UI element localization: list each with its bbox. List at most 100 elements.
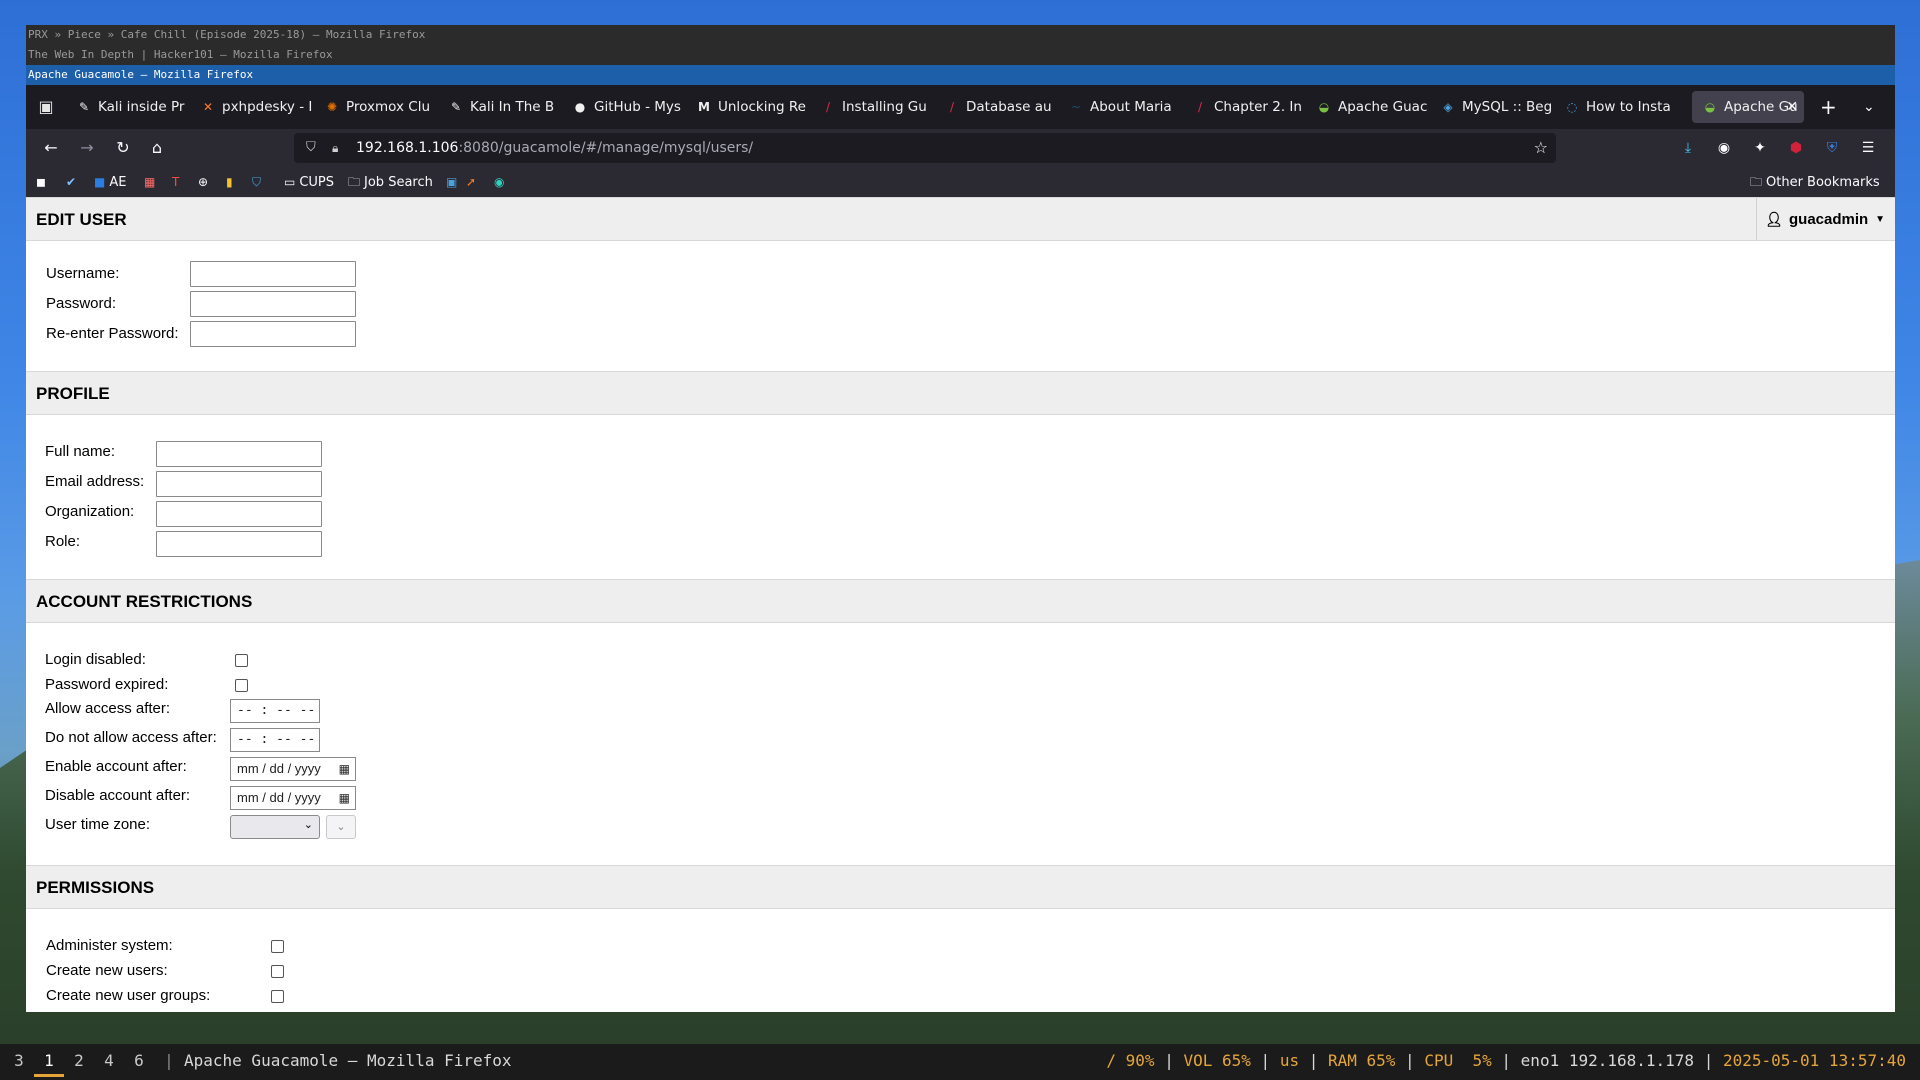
medium-icon: M <box>698 100 710 114</box>
reenter-password-input[interactable] <box>190 321 356 347</box>
calendar-icon[interactable]: ▦ <box>339 787 350 809</box>
not-allow-access-after-label: Do not allow access after: <box>45 729 217 746</box>
password-label: Password: <box>46 295 117 312</box>
administer-system-label: Administer system: <box>46 937 173 954</box>
bookmark-job-search[interactable]: 🗀︎ Job Search <box>348 167 433 198</box>
volume-indicator[interactable]: VOL 65% <box>1183 1051 1250 1070</box>
tab-database[interactable]: / Database au <box>934 91 1056 123</box>
shield-bookmark-icon[interactable]: ⛉ <box>252 167 265 198</box>
shield-icon[interactable]: ⛉ <box>306 133 316 163</box>
bookmark-calendar-icon[interactable]: ▦ <box>144 167 159 198</box>
bookmark-t-icon[interactable]: T <box>172 167 183 198</box>
bitwarden-icon[interactable]: ⛨ <box>1820 136 1844 160</box>
tab-apache-guacamole-active[interactable]: ◒ Apache Gu ✕ <box>1692 91 1804 123</box>
url-text[interactable]: 192.168.1.106:8080/guacamole/#/manage/my… <box>356 133 753 163</box>
back-icon[interactable]: ← <box>38 136 64 160</box>
enable-account-after-label: Enable account after: <box>45 758 187 775</box>
forward-icon[interactable]: → <box>74 136 100 160</box>
window-title-guacamole[interactable]: Apache Guacamole — Mozilla Firefox <box>26 65 1895 85</box>
login-disabled-label: Login disabled: <box>45 651 146 668</box>
profile-header: PROFILE <box>26 371 1895 415</box>
user-menu[interactable]: 👤︎ guacadmin ▼ <box>1756 198 1895 241</box>
tab-kali-in-the-b[interactable]: ✎ Kali In The B <box>438 91 560 123</box>
email-input[interactable] <box>156 471 322 497</box>
tab-how-to-install[interactable]: ◌ How to Insta <box>1554 91 1676 123</box>
tab-chapter2[interactable]: / Chapter 2. In <box>1182 91 1304 123</box>
create-users-label: Create new users: <box>46 962 168 979</box>
allow-access-after-time[interactable]: -- : -- -- <box>230 699 320 723</box>
timezone-city-select[interactable]: ⌄ <box>326 815 356 839</box>
bookmark-check-icon[interactable]: ✔ <box>66 167 80 198</box>
not-allow-access-after-time[interactable]: -- : -- -- <box>230 728 320 752</box>
separator: | <box>164 1051 174 1070</box>
extensions-icon[interactable]: ✦ <box>1748 136 1772 160</box>
workspace-6[interactable]: 6 <box>124 1046 154 1076</box>
keyboard-layout-indicator: us <box>1279 1051 1300 1070</box>
other-bookmarks[interactable]: 🗀︎ Other Bookmarks <box>1750 167 1880 198</box>
tab-about-maria[interactable]: ~ About Maria <box>1058 91 1180 123</box>
username-input[interactable] <box>190 261 356 287</box>
bookmark-star-icon[interactable]: ☆ <box>1534 133 1548 163</box>
slash-icon: / <box>949 100 955 114</box>
tab-bar: ▣ ✎ Kali inside Pr ✕ pxhpdesky - I ✺ Proxmo… <box>26 85 1895 129</box>
password-expired-checkbox[interactable] <box>235 679 248 692</box>
tab-pxhpdesky[interactable]: ✕ pxhpdesky - I <box>190 91 312 123</box>
enable-account-after-date[interactable]: mm / dd / yyyy ▦ <box>230 757 356 781</box>
disable-account-after-date[interactable]: mm / dd / yyyy ▦ <box>230 786 356 810</box>
create-user-groups-checkbox[interactable] <box>271 990 284 1003</box>
tab-installing[interactable]: / Installing Gu <box>810 91 932 123</box>
window-title-prx[interactable]: PRX » Piece » Cafe Chill (Episode 2025-1… <box>26 25 1895 45</box>
downloads-icon[interactable]: ⤓ <box>1676 136 1700 160</box>
bookmark-ae[interactable]: ■ AE <box>94 167 126 198</box>
login-disabled-checkbox[interactable] <box>235 654 248 667</box>
new-tab-icon[interactable]: + <box>1820 95 1837 119</box>
rocket-icon[interactable]: ➚ <box>466 167 480 198</box>
user-timezone-label: User time zone: <box>45 816 151 833</box>
kali-icon: ✎ <box>450 100 462 114</box>
tab-mysql[interactable]: ◈ MySQL :: Beg <box>1430 91 1552 123</box>
tab-unlocking[interactable]: M Unlocking Re <box>686 91 808 123</box>
timezone-region-select[interactable]: ⌄ <box>230 815 320 839</box>
slash-icon: / <box>1197 100 1203 114</box>
globe-icon[interactable]: ⊕ <box>198 167 212 198</box>
list-all-tabs-icon[interactable]: ⌄ <box>1863 95 1875 119</box>
role-input[interactable] <box>156 531 322 557</box>
close-tab-icon[interactable]: ✕ <box>1786 91 1798 123</box>
workspace-2[interactable]: 2 <box>64 1046 94 1076</box>
clock: 2025-05-01 13:57:40 <box>1722 1051 1906 1070</box>
url-bar[interactable]: ⛉ 🔒︎ 192.168.1.106:8080/guacamole/#/mana… <box>294 133 1556 163</box>
bookmark-teal-icon[interactable]: ◉ <box>494 167 508 198</box>
current-username: guacadmin <box>1789 211 1869 228</box>
grammarly-icon[interactable]: ◉ <box>1712 136 1736 160</box>
administer-system-checkbox[interactable] <box>271 940 284 953</box>
tab-proxmox[interactable]: ✺ Proxmox Clu <box>314 91 436 123</box>
tab-github[interactable]: ● GitHub - Mys <box>562 91 684 123</box>
home-icon[interactable]: ⌂ <box>144 136 170 160</box>
firefox-window: ▣ ✎ Kali inside Pr ✕ pxhpdesky - I ✺ Proxmo… <box>26 85 1895 1012</box>
tab-kali-inside[interactable]: ✎ Kali inside Pr <box>66 91 188 123</box>
bookmark-cups[interactable]: ▭ CUPS <box>284 167 334 198</box>
tab-apache-guac[interactable]: ◒ Apache Guac <box>1306 91 1428 123</box>
enable-date-placeholder: mm / dd / yyyy <box>237 761 321 776</box>
account-restrictions-title: ACCOUNT RESTRICTIONS <box>36 592 253 611</box>
create-users-checkbox[interactable] <box>271 965 284 978</box>
proxmox-icon: ✺ <box>326 100 338 114</box>
menu-icon[interactable]: ☰ <box>1856 136 1880 160</box>
desktop-status-bar: 3 1 2 4 6 | Apache Guacamole — Mozilla F… <box>0 1044 1920 1080</box>
organization-input[interactable] <box>156 501 322 527</box>
lock-icon[interactable]: 🔒︎ <box>332 133 338 163</box>
workspace-1[interactable]: 1 <box>34 1046 64 1077</box>
workspace-3[interactable]: 3 <box>4 1046 34 1076</box>
chart-icon[interactable]: ▮ <box>226 167 237 198</box>
bookmark-icon-dark[interactable]: ◼ <box>36 167 50 198</box>
firefox-view-icon[interactable]: ▣ <box>34 95 58 119</box>
allow-access-after-label: Allow access after: <box>45 700 171 717</box>
bookmark-chart2-icon[interactable]: ▣ <box>446 167 461 198</box>
reload-icon[interactable]: ↻ <box>110 136 136 160</box>
workspace-4[interactable]: 4 <box>94 1046 124 1076</box>
window-title-hacker101[interactable]: The Web In Depth | Hacker101 — Mozilla F… <box>26 45 1895 65</box>
password-input[interactable] <box>190 291 356 317</box>
fullname-input[interactable] <box>156 441 322 467</box>
ublock-icon[interactable]: ⬢ <box>1784 136 1808 160</box>
calendar-icon[interactable]: ▦ <box>339 758 350 780</box>
